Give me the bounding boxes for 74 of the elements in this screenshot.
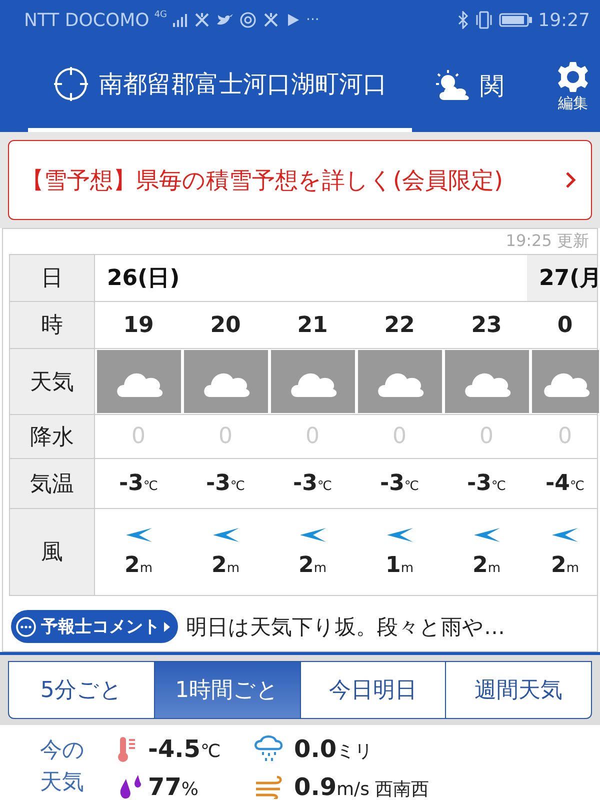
settings-button[interactable]: 編集 bbox=[556, 40, 590, 132]
day-cell: 27(月 bbox=[527, 255, 597, 301]
more-notifications: ··· bbox=[306, 12, 320, 28]
triangle-right-icon bbox=[164, 622, 170, 632]
hour-cell-text: 23 bbox=[470, 312, 503, 340]
wind-arrow-icon bbox=[124, 526, 152, 542]
settings-icon bbox=[556, 60, 590, 94]
speech-bubble-icon bbox=[15, 616, 37, 638]
wind-arrow-icon bbox=[212, 526, 240, 542]
temperature: -3℃ bbox=[380, 471, 420, 496]
temperature: -3℃ bbox=[292, 471, 332, 496]
temperature: -3℃ bbox=[206, 471, 246, 496]
current-weather-label: 今の天気 bbox=[40, 737, 86, 797]
cloud-icon bbox=[445, 350, 529, 413]
thermometer-icon bbox=[116, 735, 138, 763]
cloud-icon bbox=[184, 350, 268, 413]
snow-forecast-banner[interactable]: 【雪予想】県毎の積雪予想を詳しく(会員限定) bbox=[8, 140, 592, 220]
hour-cell-text: 0 bbox=[556, 312, 574, 340]
wind-reading: 0.9m/s 西南西 bbox=[294, 773, 430, 800]
battery-icon bbox=[499, 12, 534, 28]
humidity: 77% bbox=[148, 773, 200, 800]
comment-text: 明日は天気下り坂。段々と雨や… bbox=[186, 614, 505, 640]
hour-cell-text: 22 bbox=[383, 312, 416, 340]
app-icon bbox=[262, 11, 280, 29]
carrier-name: NTT DOCOMO bbox=[24, 10, 150, 30]
hour-cell-text: 20 bbox=[209, 312, 242, 340]
temperature: -4℃ bbox=[545, 471, 585, 496]
wind-speed: 2 m bbox=[551, 552, 579, 578]
temperature: -3℃ bbox=[118, 471, 158, 496]
wind-speed: 2 m bbox=[472, 552, 500, 578]
view-tab[interactable]: 5分ごと bbox=[8, 661, 155, 719]
hotspot-icon bbox=[239, 11, 258, 29]
wind-speed: 2 m bbox=[212, 552, 240, 578]
banner-text: 【雪予想】県毎の積雪予想を詳しく(会員限定) bbox=[21, 166, 503, 196]
play-icon bbox=[285, 12, 302, 28]
chevron-right-icon bbox=[565, 171, 577, 189]
app-icon bbox=[193, 11, 212, 29]
temperature: -4.5℃ bbox=[148, 735, 222, 763]
row-header: 日 bbox=[10, 255, 95, 301]
wind-speed: 1m bbox=[386, 552, 414, 578]
view-tab[interactable]: 今日明日 bbox=[300, 661, 446, 719]
row-header: 降水 bbox=[10, 415, 95, 458]
wind-icon bbox=[254, 775, 284, 799]
cloud-icon bbox=[271, 350, 355, 413]
wind-arrow-icon bbox=[298, 526, 326, 542]
row-header: 風 bbox=[10, 509, 95, 595]
row-header: 気温 bbox=[10, 459, 95, 508]
region-name: 関 bbox=[480, 71, 504, 102]
hour-cell-text: 21 bbox=[296, 312, 329, 340]
cloud-icon bbox=[358, 350, 442, 413]
precipitation: 0.0 ミリ bbox=[294, 735, 374, 763]
wind-speed: 2 m bbox=[298, 552, 326, 578]
forecaster-comment-button[interactable]: 予報士コメント bbox=[11, 610, 178, 643]
cloud-icon bbox=[97, 350, 181, 413]
wind-arrow-icon bbox=[551, 526, 579, 542]
network-type: 4G bbox=[154, 10, 168, 20]
update-time: 19:25 更新 bbox=[506, 231, 589, 250]
wind-arrow-icon bbox=[472, 526, 500, 542]
view-tab[interactable]: 週間天気 bbox=[446, 661, 592, 719]
crosshair-icon bbox=[53, 66, 89, 102]
wind-speed: 2 m bbox=[124, 552, 152, 578]
clock: 19:27 bbox=[538, 10, 590, 30]
region-tab[interactable]: 関 bbox=[434, 40, 504, 132]
bluetooth-icon bbox=[457, 11, 470, 29]
signal-icon bbox=[172, 12, 188, 28]
location-name: 南都留郡富士河口湖町河口 bbox=[99, 69, 387, 100]
vibrate-icon bbox=[474, 11, 494, 29]
row-header: 時 bbox=[10, 302, 95, 348]
row-header: 天気 bbox=[10, 349, 95, 414]
wind-arrow-icon bbox=[386, 526, 414, 542]
view-tab[interactable]: 1時間ごと bbox=[154, 661, 300, 719]
rain-cloud-icon bbox=[254, 735, 284, 763]
hour-cell-text: 19 bbox=[122, 312, 155, 340]
temperature: -3℃ bbox=[466, 471, 506, 496]
